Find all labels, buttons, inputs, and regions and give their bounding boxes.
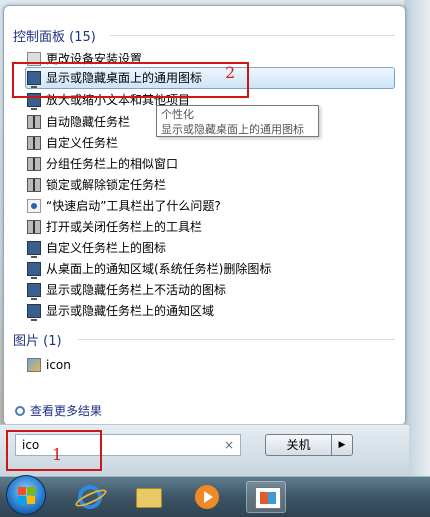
monitor-icon <box>27 282 41 300</box>
result-label: 自定义任务栏上的图标 <box>46 241 167 255</box>
taskbar-app-media-player[interactable] <box>186 481 226 513</box>
control-panel-icon <box>255 487 281 509</box>
group-divider <box>110 35 395 36</box>
result-item[interactable]: 分组任务栏上的相似窗口 <box>27 154 178 173</box>
result-item[interactable]: 自定义任务栏上的图标 <box>27 238 167 258</box>
group-title-pictures[interactable]: 图片 (1) <box>13 330 62 349</box>
shutdown-control: 关机 ▶ <box>265 434 355 456</box>
taskbar-app-control-panel[interactable] <box>246 481 286 513</box>
desktop-edge <box>404 0 430 476</box>
shutdown-button[interactable]: 关机 <box>265 434 331 456</box>
taskbar-icon <box>27 177 41 192</box>
search-icon <box>15 405 25 416</box>
taskbar-icon <box>27 114 41 129</box>
result-item[interactable]: 自动隐藏任务栏 <box>27 112 130 131</box>
help-icon <box>27 198 41 213</box>
taskbar-icon <box>27 156 41 171</box>
monitor-icon <box>27 303 41 321</box>
start-button[interactable] <box>6 475 46 515</box>
result-label: 锁定或解除锁定任务栏 <box>46 178 167 192</box>
image-icon <box>27 357 41 372</box>
result-item[interactable]: 锁定或解除锁定任务栏 <box>27 175 166 194</box>
result-item[interactable]: 显示或隐藏任务栏上不活动的图标 <box>27 280 227 300</box>
clear-search-icon[interactable]: × <box>224 438 234 452</box>
annotation-box-2 <box>12 62 249 98</box>
tooltip-description: 显示或隐藏桌面上的通用图标 <box>161 123 304 136</box>
monitor-icon <box>27 261 41 279</box>
result-label: 打开或关闭任务栏上的工具栏 <box>46 220 203 234</box>
annotation-number-1: 1 <box>52 445 63 464</box>
annotation-number-2: 2 <box>225 63 236 82</box>
result-label: icon <box>46 357 71 372</box>
folder-icon <box>136 488 162 508</box>
taskbar-app-explorer[interactable] <box>128 481 168 513</box>
group-divider <box>78 339 395 340</box>
windows-logo-icon <box>18 487 26 495</box>
result-label: 分组任务栏上的相似窗口 <box>46 157 179 171</box>
windows-logo-icon-part <box>27 487 35 495</box>
taskbar-icon <box>27 219 41 234</box>
taskbar-app-ie[interactable] <box>70 481 110 513</box>
result-label: 自定义任务栏 <box>46 136 119 150</box>
tooltip: 个性化 显示或隐藏桌面上的通用图标 <box>156 105 319 137</box>
taskbar-icon <box>27 135 41 150</box>
result-item[interactable]: 显示或隐藏任务栏上的通知区域 <box>27 301 215 321</box>
see-more-results-link[interactable]: 查看更多结果 <box>15 402 102 419</box>
result-item[interactable]: 打开或关闭任务栏上的工具栏 <box>27 217 202 236</box>
internet-explorer-icon <box>78 485 102 509</box>
result-item-picture[interactable]: icon <box>27 355 71 374</box>
result-label: 从桌面上的通知区域(系统任务栏)删除图标 <box>46 262 272 276</box>
result-label: “快速启动”工具栏出了什么问题? <box>46 199 221 213</box>
result-label: 显示或隐藏任务栏上的通知区域 <box>46 304 215 318</box>
see-more-label: 查看更多结果 <box>30 404 103 418</box>
windows-logo-icon-part <box>27 496 35 504</box>
shutdown-options-arrow[interactable]: ▶ <box>331 434 353 456</box>
taskbar <box>0 475 430 517</box>
media-player-icon <box>195 485 219 509</box>
result-item[interactable]: “快速启动”工具栏出了什么问题? <box>27 196 221 215</box>
result-item[interactable]: 从桌面上的通知区域(系统任务栏)删除图标 <box>27 259 272 279</box>
result-item[interactable]: 自定义任务栏 <box>27 133 118 152</box>
monitor-icon <box>27 240 41 258</box>
group-title-control-panel[interactable]: 控制面板 (15) <box>13 26 96 45</box>
result-label: 显示或隐藏任务栏上不活动的图标 <box>46 283 227 297</box>
tooltip-title: 个性化 <box>161 108 194 121</box>
windows-logo-icon-part <box>18 496 26 504</box>
result-label: 自动隐藏任务栏 <box>46 115 131 129</box>
